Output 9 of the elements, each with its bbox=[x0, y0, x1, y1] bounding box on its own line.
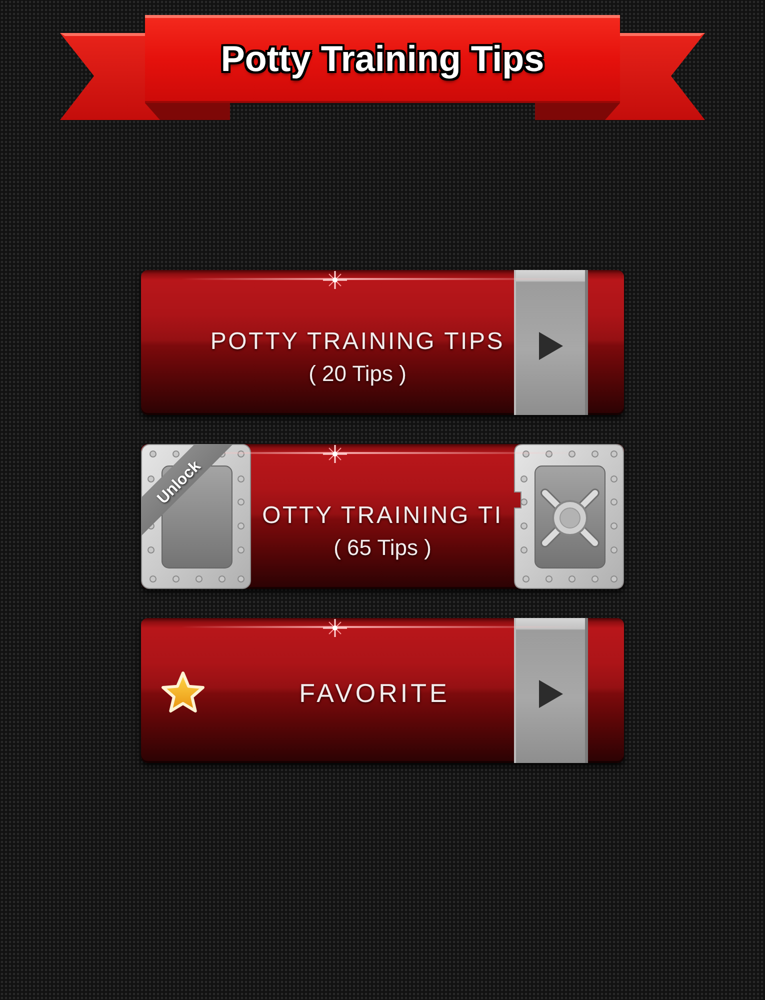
menu-button[interactable]: POTTY TRAINING TIPS ( 20 Tips ) bbox=[141, 270, 624, 415]
menu-button[interactable]: FAVORITE bbox=[141, 618, 624, 763]
sparkle-icon bbox=[322, 270, 348, 290]
arrow-icon bbox=[539, 680, 563, 708]
arrow-icon bbox=[539, 332, 563, 360]
sparkle-icon bbox=[322, 444, 348, 464]
sparkle-icon bbox=[322, 618, 348, 638]
app-title: Potty Training Tips bbox=[220, 39, 544, 79]
star-icon bbox=[161, 671, 205, 714]
